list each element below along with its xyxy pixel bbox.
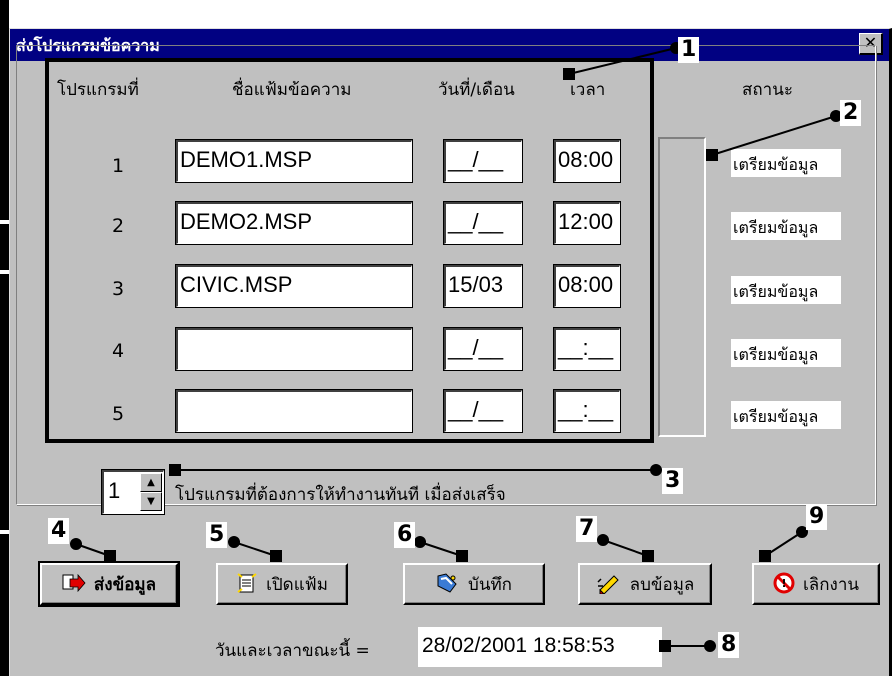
file-name-field[interactable]: CIVIC.MSP <box>175 264 413 308</box>
time-field[interactable]: __:__ <box>553 389 621 433</box>
callout-number-2: 2 <box>840 100 862 126</box>
row-number: 1 <box>111 155 125 177</box>
date-field[interactable]: __/__ <box>443 327 523 371</box>
status-label: เตรียมข้อมูล <box>731 149 841 177</box>
header-date: วันที่/เดือน <box>438 80 515 100</box>
send-arrow-icon <box>62 573 86 596</box>
run-now-spinner[interactable]: 1 ▲ ▼ <box>101 469 165 515</box>
callout-number-5: 5 <box>206 522 228 548</box>
callout-number-3: 3 <box>662 468 684 494</box>
file-name-field[interactable] <box>175 389 413 433</box>
status-label: เตรียมข้อมูล <box>731 401 841 429</box>
stripe-mark <box>0 270 9 274</box>
time-field[interactable]: 12:00 <box>553 201 621 245</box>
time-field[interactable]: 08:00 <box>553 139 621 183</box>
program-table-frame <box>45 58 654 443</box>
delete-button[interactable]: ลบข้อมูล <box>578 563 712 605</box>
row-number: 4 <box>111 340 125 362</box>
callout-number-8: 8 <box>718 632 740 658</box>
save-button[interactable]: บันทึก <box>403 563 545 605</box>
svg-text:!: ! <box>781 577 786 590</box>
open-file-icon <box>236 572 258 597</box>
delete-button-label: ลบข้อมูล <box>629 574 695 595</box>
quit-button-label: เลิกงาน <box>803 574 859 595</box>
callout-number-1: 1 <box>678 37 700 63</box>
callout-number-9: 9 <box>806 504 828 530</box>
send-button-label: ส่งข้อมูล <box>93 574 157 595</box>
file-name-field[interactable]: DEMO1.MSP <box>175 139 413 183</box>
save-icon <box>436 572 460 597</box>
stripe-mark <box>0 530 9 534</box>
header-program-no: โปรแกรมที่ <box>57 80 139 100</box>
row-number: 2 <box>111 215 125 237</box>
send-button[interactable]: ส่งข้อมูล <box>38 561 180 607</box>
header-time: เวลา <box>570 80 606 100</box>
datetime-value: 28/02/2001 18:58:53 <box>418 627 662 667</box>
run-now-label: โปรแกรมที่ต้องการให้ทำงานทันที เมื่อส่งเ… <box>175 485 506 505</box>
spin-up-button[interactable]: ▲ <box>140 473 162 492</box>
date-field[interactable]: __/__ <box>443 139 523 183</box>
header-file-name: ชื่อแฟ้มข้อความ <box>232 80 352 100</box>
file-name-field[interactable] <box>175 327 413 371</box>
quit-button[interactable]: ! เลิกงาน <box>752 563 880 605</box>
stop-icon: ! <box>773 572 795 597</box>
file-name-field[interactable]: DEMO2.MSP <box>175 201 413 245</box>
run-now-value: 1 <box>108 478 121 503</box>
status-label: เตรียมข้อมูล <box>731 339 841 367</box>
open-button[interactable]: เปิดแฟ้ม <box>216 563 348 605</box>
time-field[interactable]: __:__ <box>553 327 621 371</box>
date-field[interactable]: __/__ <box>443 389 523 433</box>
spin-down-button[interactable]: ▼ <box>140 492 162 511</box>
eraser-icon <box>596 572 622 597</box>
left-edge-stripe <box>0 0 9 676</box>
stripe-mark <box>0 220 9 224</box>
callout-number-6: 6 <box>394 522 416 548</box>
date-field[interactable]: __/__ <box>443 201 523 245</box>
save-button-label: บันทึก <box>468 574 512 595</box>
status-label: เตรียมข้อมูล <box>731 212 841 240</box>
status-label: เตรียมข้อมูล <box>731 276 841 304</box>
row-number: 3 <box>111 278 125 300</box>
datetime-label: วันและเวลาขณะนี้ = <box>215 641 370 661</box>
date-field[interactable]: 15/03 <box>443 264 523 308</box>
callout-number-4: 4 <box>48 518 70 544</box>
time-field[interactable]: 08:00 <box>553 264 621 308</box>
header-status: สถานะ <box>742 80 793 100</box>
open-button-label: เปิดแฟ้ม <box>266 574 328 595</box>
callout-number-7: 7 <box>576 516 598 542</box>
row-number: 5 <box>111 403 125 425</box>
send-progress-bar <box>658 137 706 437</box>
